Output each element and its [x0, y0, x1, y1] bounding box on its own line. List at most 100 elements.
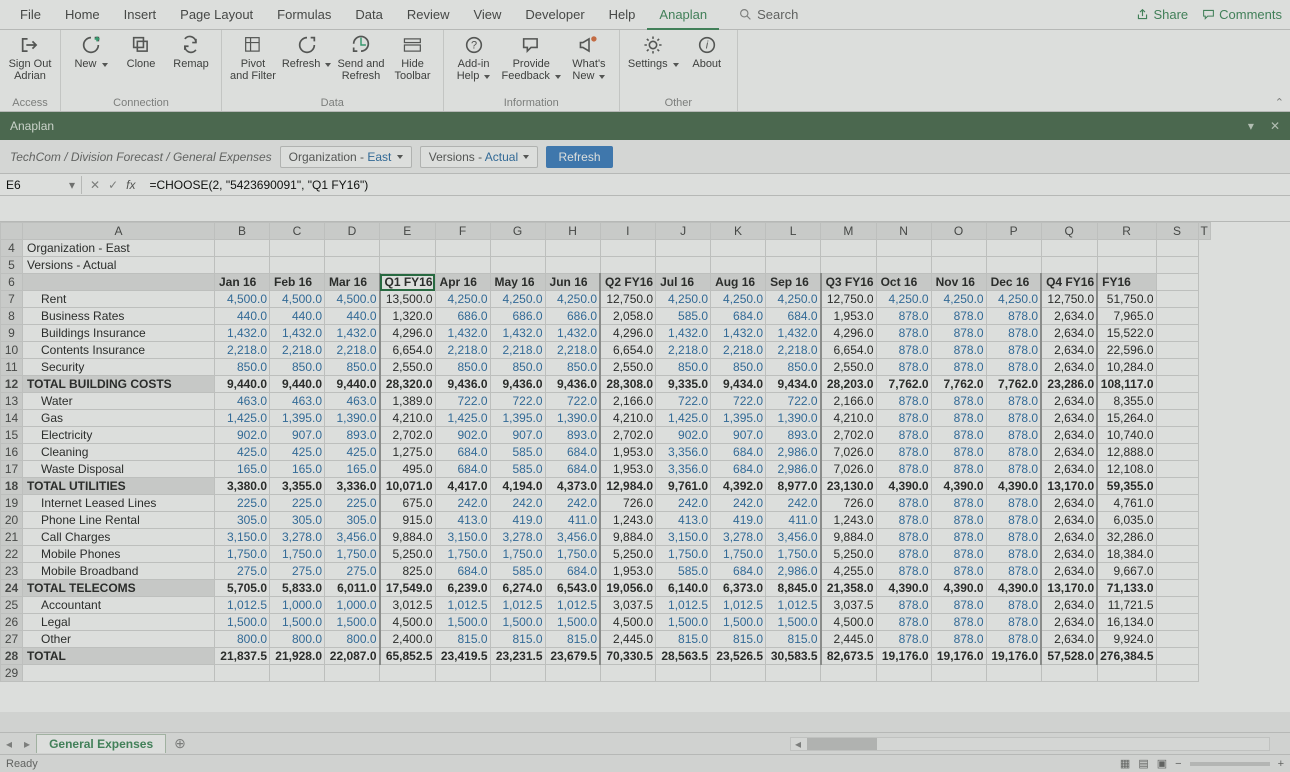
cell[interactable]: 9,434.0: [711, 376, 766, 393]
row-label[interactable]: Cleaning: [23, 444, 215, 461]
cell[interactable]: 878.0: [876, 495, 931, 512]
cell[interactable]: 878.0: [986, 512, 1041, 529]
cell[interactable]: 242.0: [545, 495, 600, 512]
cell[interactable]: 23,130.0: [821, 478, 877, 495]
cell[interactable]: 585.0: [490, 444, 545, 461]
row-label[interactable]: Mobile Phones: [23, 546, 215, 563]
cell[interactable]: 684.0: [711, 461, 766, 478]
cell[interactable]: 878.0: [876, 325, 931, 342]
cell[interactable]: 878.0: [931, 529, 986, 546]
cell[interactable]: 9,667.0: [1097, 563, 1156, 580]
cell[interactable]: 2,634.0: [1041, 614, 1097, 631]
cell[interactable]: 10,071.0: [380, 478, 436, 495]
cell[interactable]: 2,550.0: [380, 359, 436, 376]
cell[interactable]: 4,250.0: [490, 291, 545, 308]
cell[interactable]: 6,140.0: [656, 580, 711, 597]
cell[interactable]: 2,634.0: [1041, 427, 1097, 444]
col-header[interactable]: C: [270, 223, 325, 240]
cell[interactable]: 13,170.0: [1041, 478, 1097, 495]
cell[interactable]: 722.0: [435, 393, 490, 410]
cell[interactable]: 6,543.0: [545, 580, 600, 597]
cell[interactable]: 907.0: [270, 427, 325, 444]
cell[interactable]: 6,654.0: [821, 342, 877, 359]
cell[interactable]: 907.0: [711, 427, 766, 444]
cell[interactable]: 5,833.0: [270, 580, 325, 597]
cell[interactable]: 225.0: [325, 495, 380, 512]
cell[interactable]: 1,395.0: [711, 410, 766, 427]
addin-dropdown-icon[interactable]: ▾: [1248, 119, 1254, 133]
cell[interactable]: 585.0: [656, 308, 711, 325]
cell[interactable]: 1,500.0: [656, 614, 711, 631]
col-header[interactable]: E: [380, 223, 436, 240]
cell[interactable]: 3,456.0: [545, 529, 600, 546]
cell[interactable]: 907.0: [490, 427, 545, 444]
cell[interactable]: 2,634.0: [1041, 529, 1097, 546]
cell[interactable]: 1,750.0: [215, 546, 270, 563]
cell[interactable]: 4,296.0: [600, 325, 656, 342]
cell[interactable]: 70,330.5: [600, 648, 656, 665]
cell[interactable]: 242.0: [435, 495, 490, 512]
cell[interactable]: 7,026.0: [821, 461, 877, 478]
cell[interactable]: 242.0: [656, 495, 711, 512]
cell[interactable]: 1,432.0: [490, 325, 545, 342]
cell[interactable]: 9,436.0: [435, 376, 490, 393]
cell[interactable]: Versions - Actual: [23, 257, 215, 274]
cell[interactable]: 7,762.0: [876, 376, 931, 393]
cell[interactable]: 425.0: [270, 444, 325, 461]
col-header[interactable]: K: [711, 223, 766, 240]
cell[interactable]: 1,750.0: [270, 546, 325, 563]
column-period-header[interactable]: Q3 FY16: [821, 274, 877, 291]
cell[interactable]: 1,000.0: [270, 597, 325, 614]
cell[interactable]: 878.0: [986, 614, 1041, 631]
cell[interactable]: 1,012.5: [545, 597, 600, 614]
zoom-out-button[interactable]: −: [1175, 758, 1181, 770]
col-header[interactable]: J: [656, 223, 711, 240]
cell[interactable]: 1,012.5: [435, 597, 490, 614]
cell[interactable]: 878.0: [986, 444, 1041, 461]
cell[interactable]: 726.0: [821, 495, 877, 512]
row-label[interactable]: Water: [23, 393, 215, 410]
cell[interactable]: 2,634.0: [1041, 444, 1097, 461]
cell[interactable]: 722.0: [490, 393, 545, 410]
cell[interactable]: 850.0: [545, 359, 600, 376]
cell[interactable]: 4,250.0: [711, 291, 766, 308]
cell[interactable]: 878.0: [876, 342, 931, 359]
ribbon-refresh-button[interactable]: Refresh: [282, 32, 332, 82]
column-period-header[interactable]: FY16: [1097, 274, 1156, 291]
cell[interactable]: 1,425.0: [435, 410, 490, 427]
cell[interactable]: 815.0: [656, 631, 711, 648]
cell[interactable]: 9,884.0: [600, 529, 656, 546]
cell[interactable]: 2,634.0: [1041, 325, 1097, 342]
cell[interactable]: 4,250.0: [545, 291, 600, 308]
cell[interactable]: 463.0: [215, 393, 270, 410]
cell[interactable]: 3,456.0: [325, 529, 380, 546]
cell[interactable]: 1,432.0: [325, 325, 380, 342]
cell[interactable]: 1,750.0: [711, 546, 766, 563]
cell[interactable]: 878.0: [931, 597, 986, 614]
cell[interactable]: 4,761.0: [1097, 495, 1156, 512]
col-header[interactable]: P: [986, 223, 1041, 240]
cell[interactable]: 8,977.0: [766, 478, 821, 495]
cell[interactable]: 2,550.0: [600, 359, 656, 376]
cell[interactable]: 878.0: [931, 410, 986, 427]
cell[interactable]: 878.0: [876, 614, 931, 631]
cell[interactable]: 4,296.0: [821, 325, 877, 342]
cell[interactable]: 23,526.5: [711, 648, 766, 665]
cell[interactable]: 4,500.0: [325, 291, 380, 308]
cell[interactable]: 21,928.0: [270, 648, 325, 665]
row-label[interactable]: Buildings Insurance: [23, 325, 215, 342]
cell[interactable]: 3,336.0: [325, 478, 380, 495]
cell[interactable]: 684.0: [545, 563, 600, 580]
cell[interactable]: 585.0: [490, 461, 545, 478]
menu-tab-review[interactable]: Review: [395, 1, 462, 28]
cell[interactable]: 71,133.0: [1097, 580, 1156, 597]
cell[interactable]: 4,390.0: [876, 580, 931, 597]
cell[interactable]: 684.0: [435, 444, 490, 461]
cell[interactable]: 878.0: [986, 308, 1041, 325]
cell[interactable]: 9,436.0: [545, 376, 600, 393]
cell[interactable]: 1,390.0: [766, 410, 821, 427]
cell[interactable]: 2,634.0: [1041, 631, 1097, 648]
cell[interactable]: 878.0: [876, 512, 931, 529]
cell[interactable]: 850.0: [766, 359, 821, 376]
cell[interactable]: 815.0: [711, 631, 766, 648]
